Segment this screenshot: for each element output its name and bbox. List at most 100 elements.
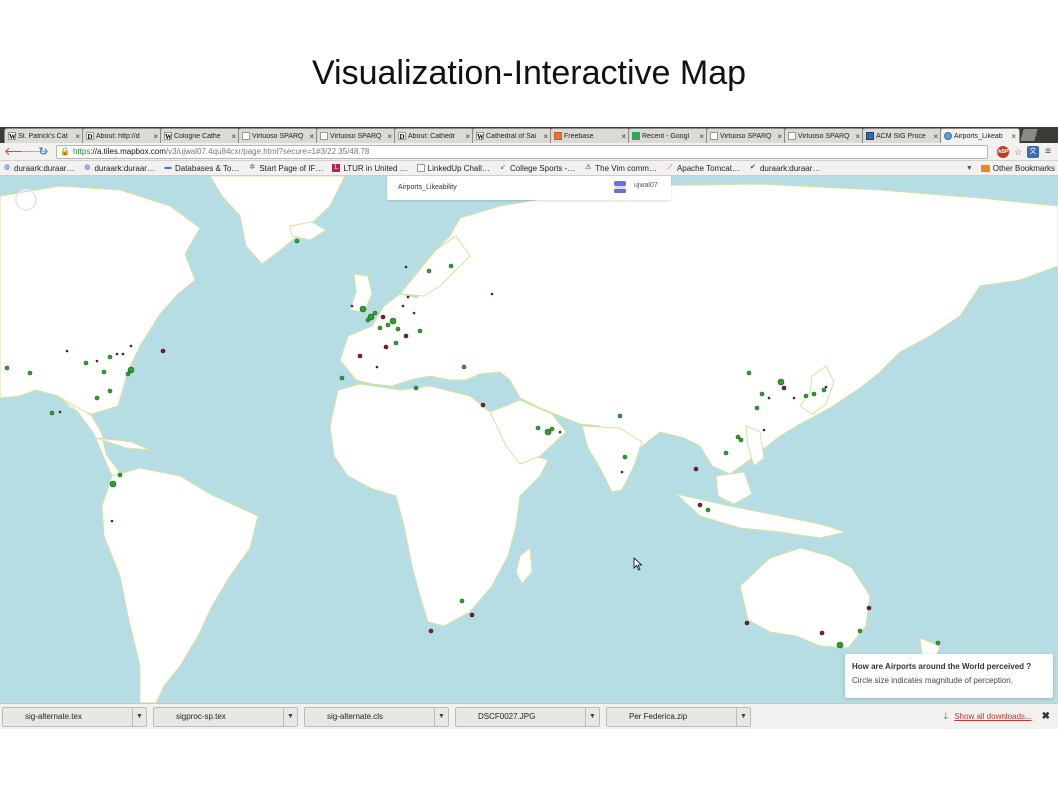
airport-marker-negative[interactable]: [357, 353, 363, 359]
bookmark-2[interactable]: ◍ duraark:duraar…: [83, 164, 155, 173]
tab-close-icon[interactable]: ×: [621, 132, 626, 141]
bookmark-4[interactable]: ✲ Start Page of IF…: [248, 164, 323, 173]
download-item[interactable]: sigproc-sp.tex ▼: [153, 706, 298, 727]
adblock-icon[interactable]: ABP: [997, 145, 1009, 158]
tab-close-icon[interactable]: ×: [699, 132, 704, 141]
back-arrow-icon[interactable]: 🡐: [4, 145, 34, 159]
airport-marker-positive[interactable]: [549, 426, 555, 432]
airport-marker-positive[interactable]: [389, 317, 397, 325]
close-icon[interactable]: ✖: [1042, 711, 1050, 722]
airport-marker-negative[interactable]: [412, 311, 416, 315]
tab-3[interactable]: W Cologne Cathe ×: [160, 128, 240, 143]
airport-marker-positive[interactable]: [395, 326, 401, 332]
tab-5[interactable]: Virtuoso SPARQ ×: [316, 128, 396, 143]
airport-marker-negative[interactable]: [403, 333, 409, 339]
airport-marker-negative[interactable]: [792, 396, 796, 400]
airport-marker-positive[interactable]: [461, 364, 467, 370]
airport-marker-positive[interactable]: [426, 268, 432, 274]
bookmark-3[interactable]: ▬ Databases & To…: [164, 164, 239, 173]
airport-marker-positive[interactable]: [811, 391, 817, 397]
airport-marker-positive[interactable]: [821, 387, 827, 393]
airport-marker-positive[interactable]: [372, 310, 378, 316]
tab-close-icon[interactable]: ×: [231, 132, 236, 141]
tab-1[interactable]: W St. Patrick's Cat ×: [4, 128, 84, 143]
chevron-down-icon[interactable]: ▼: [132, 707, 146, 726]
chevron-down-icon[interactable]: ▼: [434, 707, 448, 726]
airport-marker-positive[interactable]: [377, 325, 383, 331]
tab-close-icon[interactable]: ×: [855, 132, 860, 141]
airport-marker-positive[interactable]: [107, 354, 113, 360]
bookmark-star-icon[interactable]: ☆: [1012, 146, 1024, 158]
tab-4[interactable]: Virtuoso SPARQ ×: [238, 128, 318, 143]
airport-marker-positive[interactable]: [836, 641, 844, 649]
airport-marker-negative[interactable]: [110, 519, 114, 523]
airport-marker-negative[interactable]: [781, 385, 787, 391]
map-page[interactable]: Airports_Likeability ujwal07 How are Air…: [0, 176, 1058, 703]
airport-marker-positive[interactable]: [294, 238, 300, 244]
tab-11[interactable]: Virtuoso SPARQ ×: [784, 128, 864, 143]
airport-marker-positive[interactable]: [459, 598, 465, 604]
chevron-down-icon[interactable]: ▼: [585, 707, 599, 726]
user-avatar-icon[interactable]: [613, 181, 627, 193]
airport-marker-negative[interactable]: [95, 359, 99, 363]
airport-marker-negative[interactable]: [620, 470, 624, 474]
airport-marker-positive[interactable]: [777, 378, 785, 386]
airport-marker-positive[interactable]: [705, 507, 711, 513]
tab-close-icon[interactable]: ×: [465, 132, 470, 141]
tab-close-icon[interactable]: ×: [777, 132, 782, 141]
bookmark-5[interactable]: L LTUR in United …: [332, 164, 408, 173]
bookmark-10[interactable]: ✔ duraark:duraar…: [749, 164, 820, 173]
airport-marker-negative[interactable]: [375, 365, 379, 369]
airport-marker-negative[interactable]: [383, 344, 389, 350]
airport-marker-positive[interactable]: [385, 322, 391, 328]
reload-icon[interactable]: ↻: [36, 145, 50, 159]
airport-marker-negative[interactable]: [866, 605, 872, 611]
airport-marker-negative[interactable]: [65, 349, 69, 353]
tab-close-icon[interactable]: ×: [75, 132, 80, 141]
download-item[interactable]: sig-alternate.tex ▼: [2, 706, 147, 727]
airport-marker-negative[interactable]: [401, 304, 405, 308]
airport-marker-positive[interactable]: [4, 365, 10, 371]
airport-marker-negative[interactable]: [469, 612, 475, 618]
airport-marker-positive[interactable]: [117, 472, 123, 478]
airport-marker-positive[interactable]: [359, 305, 367, 313]
tab-7[interactable]: W Cathedral of Sai ×: [472, 128, 552, 143]
download-item[interactable]: sig-alternate.cls ▼: [304, 706, 449, 727]
airport-marker-positive[interactable]: [94, 395, 100, 401]
bookmark-8[interactable]: ⚠ The Vim comm…: [584, 164, 657, 173]
tab-8[interactable]: Freebase ×: [550, 128, 630, 143]
airport-marker-positive[interactable]: [746, 370, 752, 376]
menu-icon[interactable]: ≡: [1042, 146, 1054, 158]
airport-marker-positive[interactable]: [27, 370, 33, 376]
download-item[interactable]: Per Federica.zip ▼: [606, 706, 751, 727]
airport-marker-positive[interactable]: [83, 360, 89, 366]
bookmark-6[interactable]: LinkedUp Chall…: [416, 164, 490, 173]
other-bookmarks[interactable]: Other Bookmarks: [980, 164, 1055, 173]
airport-marker-negative[interactable]: [58, 410, 62, 414]
tab-13-active[interactable]: Airports_Likeab ×: [940, 128, 1020, 143]
airport-marker-positive[interactable]: [857, 628, 863, 634]
airport-marker-negative[interactable]: [697, 502, 703, 508]
airport-marker-negative[interactable]: [380, 314, 386, 320]
airport-marker-positive[interactable]: [125, 371, 131, 377]
airport-marker-positive[interactable]: [617, 413, 623, 419]
tab-close-icon[interactable]: ×: [387, 132, 392, 141]
chevron-down-icon[interactable]: ▼: [283, 707, 297, 726]
airport-marker-negative[interactable]: [350, 304, 354, 308]
bookmark-1[interactable]: ◍ duraark:duraar…: [3, 164, 75, 173]
airport-marker-positive[interactable]: [535, 425, 541, 431]
translate-icon[interactable]: 文: [1027, 145, 1039, 158]
airport-marker-negative[interactable]: [121, 352, 125, 356]
user-name[interactable]: ujwal07: [634, 182, 658, 189]
download-item[interactable]: DSCF0027.JPG ▼: [455, 706, 600, 727]
tab-close-icon[interactable]: ×: [153, 132, 158, 141]
airport-marker-positive[interactable]: [803, 393, 809, 399]
airport-marker-positive[interactable]: [101, 369, 107, 375]
airport-marker-negative[interactable]: [824, 385, 828, 389]
chevron-down-icon[interactable]: ▼: [966, 165, 973, 172]
airport-marker-negative[interactable]: [406, 295, 410, 299]
airport-marker-negative[interactable]: [480, 402, 486, 408]
airport-marker-positive[interactable]: [107, 388, 113, 394]
tab-9[interactable]: Recent - Googl ×: [628, 128, 708, 143]
bookmark-7[interactable]: ↙ College Sports -…: [499, 164, 575, 173]
